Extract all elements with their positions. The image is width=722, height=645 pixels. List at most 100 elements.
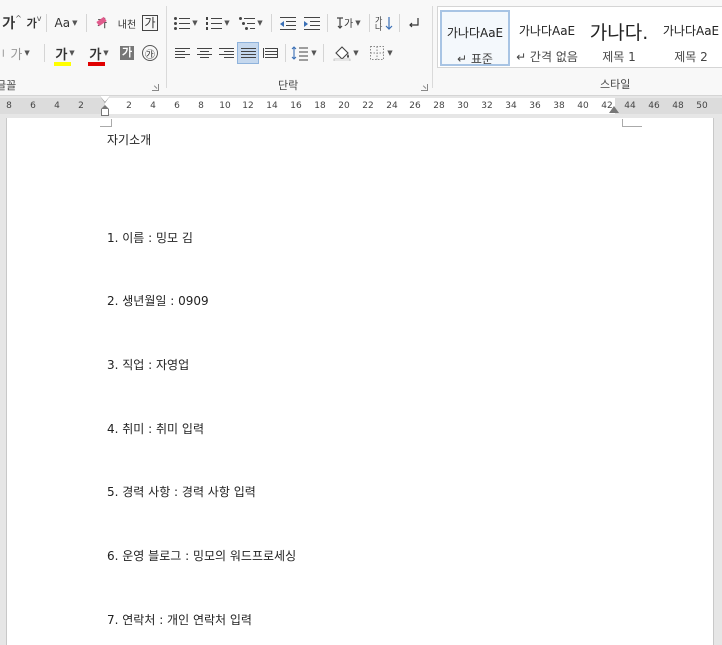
paragraph-group-label: 단락 <box>278 79 299 92</box>
separator <box>271 14 272 32</box>
separator <box>327 14 328 32</box>
document-line: 1. 이름 : 밍모 김 <box>107 231 193 245</box>
numbering-button[interactable]: ▼ <box>203 12 233 34</box>
align-center-icon <box>196 48 212 58</box>
numbering-icon <box>206 16 223 30</box>
group-separator <box>432 6 433 88</box>
horizontal-ruler[interactable]: 8 6 4 2 2 4 6 8 10 12 14 16 18 20 22 24 … <box>0 96 722 118</box>
ruler-label: 32 <box>481 101 493 111</box>
document-line: 6. 운영 블로그 : 밍모의 워드프로세싱 <box>107 549 297 563</box>
margin-corner-mark <box>100 119 112 127</box>
style-heading-2[interactable]: 가나다AaE 제목 2 <box>656 10 722 66</box>
change-case-button[interactable]: Aa ▼ <box>50 12 82 34</box>
ruler-label: 6 <box>30 101 36 111</box>
increase-indent-icon <box>304 16 320 30</box>
ruler-label: 44 <box>624 101 636 111</box>
character-border-button[interactable]: 가 <box>140 12 160 34</box>
justify-button[interactable] <box>237 42 259 64</box>
style-sample: 가나다AaE <box>446 26 504 40</box>
phonetic-guide-button[interactable]: 내천 <box>116 12 138 34</box>
ruler-label: 36 <box>529 101 541 111</box>
decrease-indent-button[interactable] <box>277 12 299 34</box>
document-area: 자기소개 1. 이름 : 밍모 김 2. 생년월일 : 0909 3. 직업 :… <box>0 118 722 645</box>
align-right-icon <box>218 48 234 58</box>
align-left-button[interactable] <box>171 42 193 64</box>
justify-icon <box>240 48 256 58</box>
text-effects-button[interactable]: | 가 ▼ <box>2 42 42 64</box>
ribbon: 가^ 가v Aa▼ 가 내천 가 |가▼ 가▼ 가▼ 가 ㉮ 글꼴 ▼ ▼ ▼ <box>0 0 722 96</box>
paint-bucket-icon <box>334 46 351 61</box>
line-spacing-button[interactable]: ▼ <box>289 42 319 64</box>
ruler-label: 48 <box>672 101 684 111</box>
style-sample: 가나다AaE <box>662 24 720 38</box>
clear-formatting-button[interactable]: 가 <box>92 12 112 34</box>
style-sample: 가나다AaE <box>518 24 576 38</box>
highlight-button[interactable]: 가 ▼ <box>50 42 80 66</box>
font-color-bar <box>88 61 106 66</box>
style-normal[interactable]: 가나다AaE ↵ 표준 <box>440 10 510 66</box>
styles-gallery: 가나다AaE ↵ 표준 가나다AaE ↵ 간격 없음 가나다. 제목 1 가나다… <box>437 6 722 68</box>
document-title: 자기소개 <box>107 133 152 147</box>
document-line: 5. 경력 사항 : 경력 사항 입력 <box>107 485 256 499</box>
left-indent-marker[interactable] <box>100 96 110 118</box>
ruler-label: 8 <box>198 101 204 111</box>
ruler-label: 50 <box>696 101 708 111</box>
style-no-spacing[interactable]: 가나다AaE ↵ 간격 없음 <box>512 10 582 66</box>
enclose-characters-button[interactable]: ㉮ <box>140 42 160 64</box>
align-center-button[interactable] <box>193 42 215 64</box>
style-name: ↵ 간격 없음 <box>516 50 578 64</box>
ruler-label: 38 <box>553 101 565 111</box>
show-marks-button[interactable] <box>403 12 425 34</box>
shading-button[interactable]: ▼ <box>329 42 363 64</box>
ruler-label: 20 <box>338 101 350 111</box>
separator <box>44 44 45 62</box>
align-left-icon <box>174 48 190 58</box>
ruler-label: 4 <box>150 101 156 111</box>
separator <box>86 14 87 32</box>
ruler-label: 26 <box>409 101 421 111</box>
font-dialog-launcher[interactable] <box>152 84 159 91</box>
separator <box>46 14 47 32</box>
style-name: 제목 1 <box>602 50 636 64</box>
ruler-label: 18 <box>314 101 326 111</box>
separator <box>285 44 286 62</box>
grow-font-button[interactable]: 가 ^ <box>2 12 22 34</box>
text-direction-button[interactable]: 가 ▼ <box>331 12 365 34</box>
ruler-label: 8 <box>6 101 12 111</box>
bullets-button[interactable]: ▼ <box>171 12 201 34</box>
svg-text:나: 나 <box>375 23 383 31</box>
right-indent-marker[interactable] <box>609 106 619 113</box>
character-shading-button[interactable]: 가 <box>118 42 136 64</box>
ruler-label: 2 <box>78 101 84 111</box>
ruler-label: 14 <box>266 101 278 111</box>
multilevel-list-button[interactable]: ▼ <box>235 12 267 34</box>
increase-indent-button[interactable] <box>301 12 323 34</box>
sort-button[interactable]: 가나 <box>373 12 395 34</box>
document-page[interactable] <box>6 118 714 645</box>
style-heading-1[interactable]: 가나다. 제목 1 <box>584 10 654 66</box>
separator <box>369 14 370 32</box>
ruler-label: 10 <box>219 101 231 111</box>
font-group-label: 글꼴 <box>0 79 17 92</box>
highlight-color-bar <box>54 61 72 66</box>
ruler-label: 24 <box>386 101 398 111</box>
paragraph-dialog-launcher[interactable] <box>421 84 428 91</box>
font-color-button[interactable]: 가 ▼ <box>84 42 114 66</box>
ruler-label: 46 <box>648 101 660 111</box>
ruler-label: 34 <box>505 101 517 111</box>
font-group: 가^ 가v Aa▼ 가 내천 가 |가▼ 가▼ 가▼ 가 ㉮ 글꼴 <box>0 0 164 96</box>
sort-icon: 가나 <box>375 16 393 31</box>
distributed-icon <box>262 48 278 58</box>
line-spacing-icon <box>291 46 309 61</box>
borders-button[interactable]: ▼ <box>365 42 397 64</box>
separator <box>323 44 324 62</box>
shrink-font-button[interactable]: 가v <box>24 12 44 34</box>
document-line: 3. 직업 : 자영업 <box>107 358 190 372</box>
document-line: 7. 연락처 : 개인 연락처 입력 <box>107 613 252 627</box>
ruler-label: 16 <box>290 101 302 111</box>
document-line: 4. 취미 : 취미 입력 <box>107 422 204 436</box>
paragraph-mark-icon <box>409 18 419 28</box>
ruler-label: 12 <box>242 101 254 111</box>
distributed-button[interactable] <box>259 42 281 64</box>
align-right-button[interactable] <box>215 42 237 64</box>
